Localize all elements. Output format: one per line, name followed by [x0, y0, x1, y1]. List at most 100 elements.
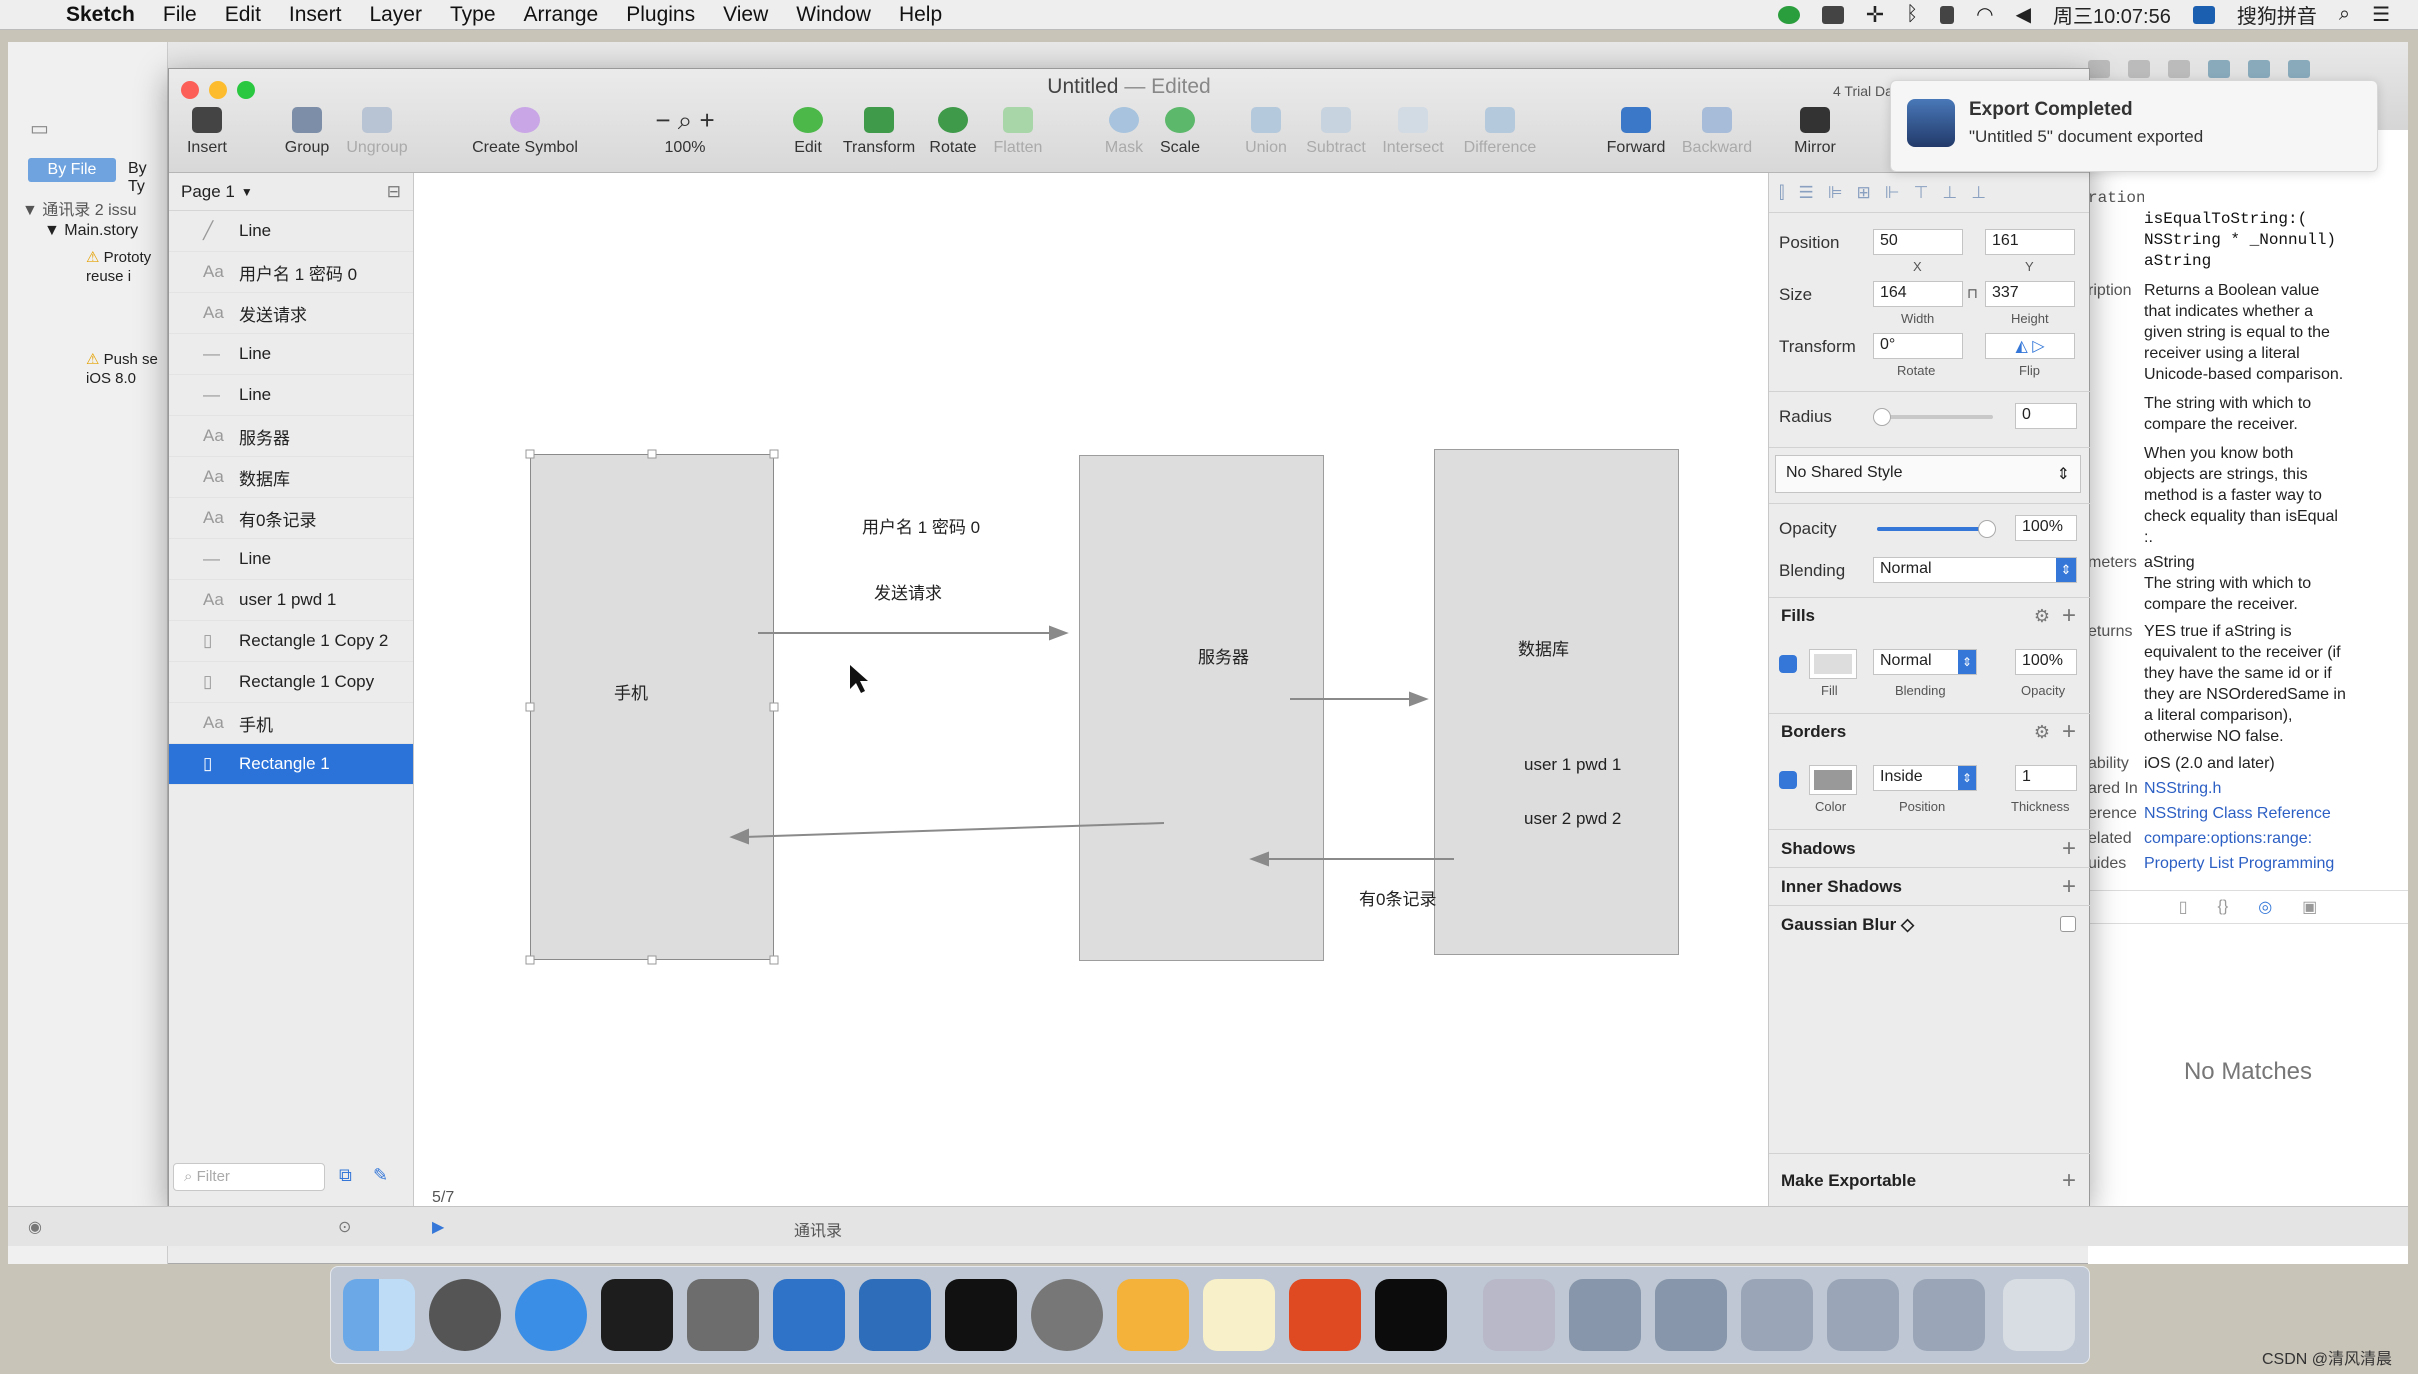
radius-input[interactable]: 0	[2015, 403, 2077, 429]
backward-button[interactable]: Backward	[1675, 107, 1759, 157]
ime-icon[interactable]	[2192, 5, 2215, 24]
union-button[interactable]: Union	[1241, 107, 1291, 157]
rotate-input[interactable]: 0°	[1873, 333, 1963, 359]
layer-row[interactable]: — Line	[169, 334, 413, 375]
layer-row[interactable]: — Line	[169, 375, 413, 416]
height-input[interactable]: 337	[1985, 281, 2075, 307]
add-shadow-button[interactable]: +	[2062, 830, 2076, 868]
fill-enabled-checkbox[interactable]	[1779, 655, 1797, 673]
clock[interactable]: 周三10:07:56	[2053, 0, 2171, 29]
transform-button[interactable]: Transform	[841, 107, 917, 157]
status-app-icon[interactable]	[1777, 5, 1800, 24]
menu-view[interactable]: View	[723, 3, 768, 27]
terminal-icon[interactable]	[945, 1279, 1017, 1351]
opacity-slider[interactable]	[1877, 520, 1997, 538]
system-preferences-icon[interactable]	[1031, 1279, 1103, 1351]
breakpoint-icon[interactable]: ▶	[432, 1217, 444, 1237]
page-selector[interactable]: Page 1 ▼ ⊟	[169, 173, 413, 211]
align-bottom-icon[interactable]: ⊥	[1971, 183, 1986, 203]
scale-button[interactable]: Scale	[1155, 107, 1205, 157]
menu-insert[interactable]: Insert	[289, 3, 342, 27]
object-library-icon[interactable]: ◎	[2258, 897, 2272, 917]
align-left-edge-icon[interactable]: ⊫	[1828, 183, 1843, 203]
selection-handle[interactable]	[647, 955, 657, 965]
notification-center-icon[interactable]: ☰	[2372, 2, 2390, 27]
lock-icon[interactable]	[1940, 5, 1955, 24]
insert-button[interactable]: Insert	[177, 107, 237, 157]
file-template-icon[interactable]: ▯	[2179, 897, 2188, 917]
flip-buttons[interactable]: ◭ ▷	[1985, 333, 2075, 359]
layer-row[interactable]: Aa 有0条记录	[169, 498, 413, 539]
selection-handle[interactable]	[769, 955, 779, 965]
group-button[interactable]: Group	[277, 107, 337, 157]
selection-handle[interactable]	[769, 702, 779, 712]
sketch-icon[interactable]	[1117, 1279, 1189, 1351]
filter-icon[interactable]: ◉	[28, 1217, 42, 1237]
canvas[interactable]: 手机 服务器 数据库 用户名 1 密码 0 发送请求 有0条记录 user 1 …	[414, 173, 1768, 1207]
window-thumb-icon[interactable]	[1569, 1279, 1641, 1351]
wifi-icon[interactable]: ◠	[1976, 2, 1993, 27]
menu-plugins[interactable]: Plugins	[626, 3, 695, 27]
border-enabled-checkbox[interactable]	[1779, 771, 1797, 789]
lock-ratio-icon[interactable]: ⊓	[1967, 285, 1978, 302]
add-export-button[interactable]: +	[2062, 1154, 2076, 1208]
notes-icon[interactable]	[1203, 1279, 1275, 1351]
align-center-icon[interactable]: ⊞	[1857, 183, 1871, 203]
guides-link[interactable]: Property List Programming	[2144, 853, 2334, 874]
move-icon[interactable]: ✛	[1866, 2, 1884, 28]
folder-icon[interactable]: ▭	[30, 116, 49, 141]
edit-button[interactable]: Edit	[783, 107, 833, 157]
selection-handle[interactable]	[769, 449, 779, 459]
radius-slider[interactable]	[1873, 408, 1993, 426]
menu-file[interactable]: File	[163, 3, 197, 27]
blur-checkbox[interactable]	[2060, 916, 2076, 932]
by-type-tab[interactable]: By Ty	[128, 160, 167, 196]
layer-row[interactable]: ▯ Rectangle 1	[169, 744, 413, 785]
selection-handle[interactable]	[525, 449, 535, 459]
layer-row[interactable]: ▯ Rectangle 1 Copy	[169, 662, 413, 703]
opacity-input[interactable]: 100%	[2015, 515, 2077, 541]
inner-shadows-section[interactable]: Inner Shadows +	[1769, 867, 2090, 905]
navigator-toggle-icon[interactable]	[2208, 60, 2230, 78]
border-thickness-input[interactable]: 1	[2015, 765, 2077, 791]
layer-row[interactable]: Aa 用户名 1 密码 0	[169, 252, 413, 293]
ungroup-button[interactable]: Ungroup	[341, 107, 413, 157]
ime-label[interactable]: 搜狗拼音	[2237, 0, 2317, 29]
export-section[interactable]: Make Exportable +	[1769, 1153, 2090, 1207]
nav-project[interactable]: ▼ 通讯录 2 issu	[22, 196, 137, 220]
rotate-button[interactable]: Rotate	[925, 107, 981, 157]
presentation-icon[interactable]	[1289, 1279, 1361, 1351]
nav-warning-1[interactable]: ⚠ Prototy reuse i	[86, 248, 151, 286]
radius-slider-knob[interactable]	[1873, 408, 1891, 426]
selection-handle[interactable]	[525, 955, 535, 965]
selection-handle[interactable]	[525, 702, 535, 712]
screen-record-icon[interactable]	[1821, 5, 1844, 24]
launchpad-icon[interactable]	[429, 1279, 501, 1351]
window-thumb-icon[interactable]	[1741, 1279, 1813, 1351]
mask-button[interactable]: Mask	[1099, 107, 1149, 157]
by-file-tab[interactable]: By File	[28, 158, 116, 182]
add-border-button[interactable]: +	[2062, 714, 2076, 750]
volume-icon[interactable]: ◀	[2016, 2, 2031, 27]
finder-icon[interactable]	[343, 1279, 415, 1351]
editor-assistant-icon[interactable]	[2128, 60, 2150, 78]
fill-blending-select[interactable]: Normal ⇕	[1873, 649, 1977, 675]
layer-row[interactable]: Aa 服务器	[169, 416, 413, 457]
debug-toggle-icon[interactable]	[2248, 60, 2270, 78]
instruments-icon[interactable]	[859, 1279, 931, 1351]
window-thumb-icon[interactable]	[1827, 1279, 1899, 1351]
video-app-icon[interactable]	[687, 1279, 759, 1351]
utilities-toggle-icon[interactable]	[2288, 60, 2310, 78]
align-left-icon[interactable]: ⫿	[1779, 183, 1784, 203]
menu-edit[interactable]: Edit	[225, 3, 261, 27]
blending-select[interactable]: Normal ⇕	[1873, 557, 2077, 583]
bluetooth-icon[interactable]: ᛒ	[1906, 3, 1918, 26]
gaussian-blur-section[interactable]: Gaussian Blur ◇	[1769, 905, 2090, 943]
add-fill-button[interactable]: +	[2062, 598, 2076, 634]
x-input[interactable]: 50	[1873, 229, 1963, 255]
intersect-button[interactable]: Intersect	[1375, 107, 1451, 157]
nav-storyboard[interactable]: ▼ Main.story	[44, 222, 138, 240]
menu-arrange[interactable]: Arrange	[524, 3, 599, 27]
width-input[interactable]: 164	[1873, 281, 1963, 307]
editor-standard-icon[interactable]	[2088, 60, 2110, 78]
